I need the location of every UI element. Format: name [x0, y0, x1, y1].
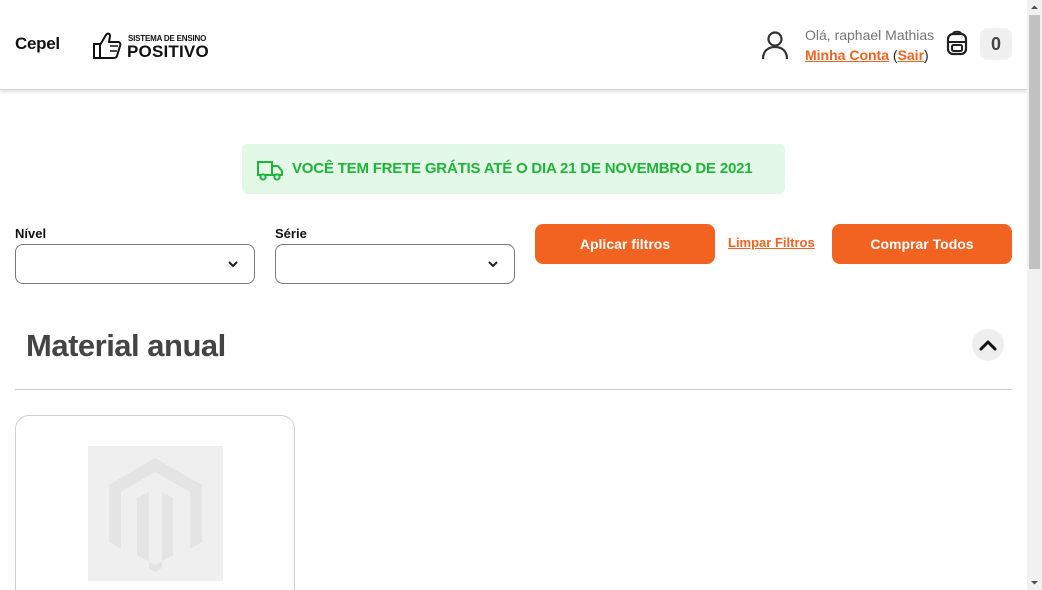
section-divider	[15, 389, 1012, 390]
user-icon[interactable]	[761, 30, 789, 60]
chevron-down-icon	[228, 261, 238, 268]
chevron-down-icon	[488, 261, 498, 268]
buy-all-button[interactable]: Comprar Todos	[832, 224, 1012, 264]
site-header: Cepel SISTEMA DE ENSINO POSITIVO Olá, ra…	[0, 0, 1027, 90]
page: Cepel SISTEMA DE ENSINO POSITIVO Olá, ra…	[0, 0, 1027, 590]
user-greeting: Olá, raphael Mathias	[805, 27, 935, 43]
scroll-down-arrow-icon[interactable]	[1027, 575, 1042, 590]
section-title: Material anual	[26, 328, 226, 363]
chevron-up-icon	[979, 340, 997, 351]
free-shipping-banner: VOCÊ TEM FRETE GRÁTIS ATÉ O DIA 21 DE NO…	[242, 144, 785, 194]
product-image-placeholder[interactable]	[88, 446, 223, 581]
level-select[interactable]	[15, 244, 255, 284]
apply-filters-button[interactable]: Aplicar filtros	[535, 224, 715, 264]
paren-close: )	[924, 47, 929, 63]
truck-icon	[257, 161, 283, 181]
account-links: Minha Conta (Sair)	[805, 47, 929, 63]
my-account-link[interactable]: Minha Conta	[805, 47, 889, 63]
logout-link[interactable]: Sair	[898, 47, 924, 63]
clear-filters-link[interactable]: Limpar Filtros	[728, 235, 815, 250]
grade-label: Série	[275, 226, 307, 241]
collapse-section-button[interactable]	[972, 329, 1004, 361]
scrollbar-thumb[interactable]	[1029, 15, 1040, 269]
thumbs-up-icon	[93, 32, 122, 59]
grade-select[interactable]	[275, 244, 515, 284]
product-card[interactable]	[15, 415, 295, 590]
level-label: Nível	[15, 226, 47, 241]
cart-count-badge[interactable]: 0	[980, 28, 1012, 60]
logo-title: POSITIVO	[127, 42, 209, 61]
page-scrollbar[interactable]	[1027, 0, 1042, 590]
free-shipping-text: VOCÊ TEM FRETE GRÁTIS ATÉ O DIA 21 DE NO…	[292, 160, 753, 177]
magento-logo-icon	[109, 458, 202, 572]
positivo-logo[interactable]: SISTEMA DE ENSINO POSITIVO	[90, 28, 212, 62]
backpack-icon[interactable]	[945, 29, 969, 57]
store-name: Cepel	[15, 34, 60, 53]
scroll-up-arrow-icon[interactable]	[1027, 0, 1042, 15]
